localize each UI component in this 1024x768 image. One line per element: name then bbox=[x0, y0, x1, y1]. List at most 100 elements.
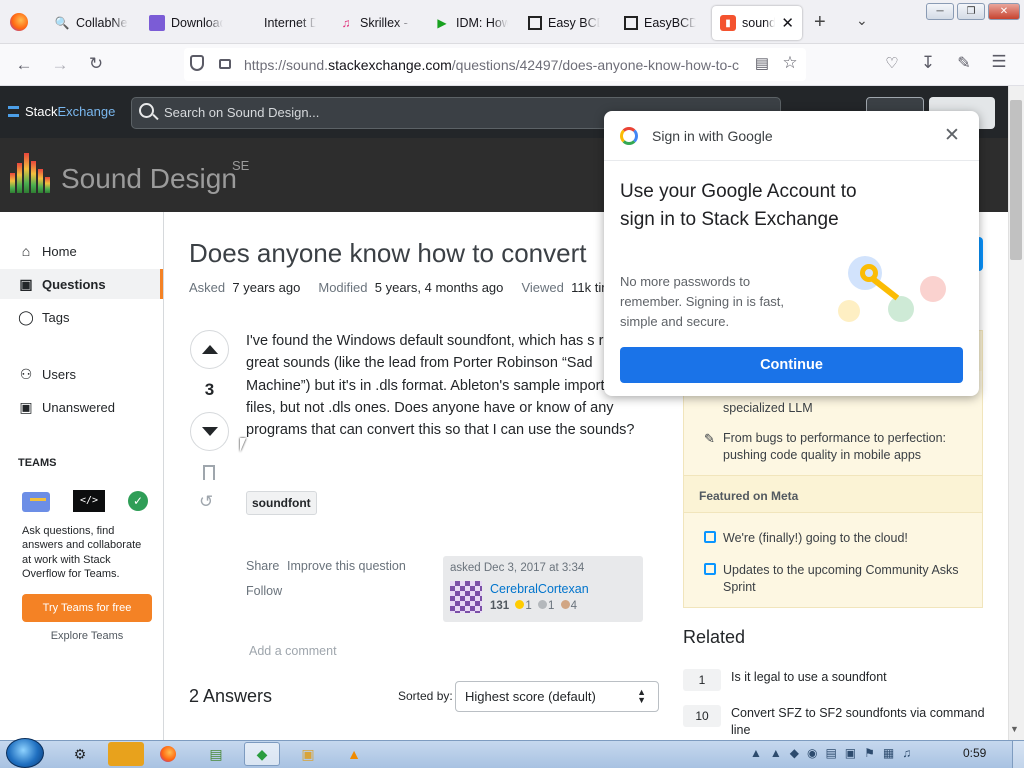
pocket-icon[interactable]: ♡ bbox=[880, 54, 904, 72]
forward-arrow-icon[interactable]: → bbox=[48, 55, 72, 75]
popup-description: No more passwords to remember. Signing i… bbox=[620, 274, 785, 329]
nav-item-tags[interactable]: ◯ Tags bbox=[0, 302, 163, 332]
download-icon[interactable]: ↧ bbox=[916, 53, 940, 73]
blog-item-2[interactable]: ✎ From bugs to performance to perfection… bbox=[704, 430, 974, 464]
extensions-icon[interactable]: ✎ bbox=[952, 53, 976, 73]
bookmark-icon[interactable] bbox=[203, 465, 215, 480]
related-link-2[interactable]: Convert SFZ to SF2 soundfonts via comman… bbox=[731, 705, 991, 739]
audio-icon: ♫ bbox=[341, 16, 351, 30]
tab-collabnet[interactable]: 🔍 CollabNet bbox=[54, 6, 128, 40]
follow-link[interactable]: Follow bbox=[246, 584, 282, 598]
reader-view-icon[interactable]: ▤ bbox=[750, 54, 774, 72]
nav-item-unanswered[interactable]: ▣ Unanswered bbox=[0, 392, 163, 422]
asked-date: asked Dec 3, 2017 at 3:34 bbox=[450, 562, 585, 574]
taskbar-app-icon[interactable] bbox=[108, 742, 144, 766]
silver-badge-icon bbox=[538, 600, 547, 609]
sort-select[interactable]: Highest score (default) ▲ ▼ bbox=[455, 681, 659, 712]
reload-icon[interactable]: ↻ bbox=[84, 54, 108, 74]
tag-soundfont[interactable]: soundfont bbox=[246, 491, 317, 515]
teams-heading: TEAMS bbox=[18, 457, 57, 469]
try-teams-button[interactable]: Try Teams for free bbox=[22, 594, 152, 622]
nav-item-home[interactable]: ⌂ Home bbox=[0, 236, 163, 266]
firefox-menu-icon[interactable] bbox=[10, 13, 28, 31]
explore-teams-link[interactable]: Explore Teams bbox=[22, 630, 152, 642]
tab-internet[interactable]: Internet D bbox=[264, 6, 316, 40]
bookmark-star-icon[interactable]: ☆ bbox=[778, 53, 802, 73]
meta-post-icon bbox=[704, 531, 716, 543]
tab-easybcd[interactable]: EasyBCD bbox=[624, 6, 696, 40]
related-link-1[interactable]: Is it legal to use a soundfont bbox=[731, 669, 991, 686]
taskbar-folder-icon[interactable]: ▣ bbox=[290, 742, 326, 766]
share-link[interactable]: Share bbox=[246, 559, 279, 573]
tab-easy-bcd[interactable]: Easy BCD bbox=[528, 6, 600, 40]
upvote-button[interactable] bbox=[190, 330, 229, 369]
scrollbar-thumb[interactable] bbox=[1010, 100, 1022, 260]
taskbar-firefox-icon[interactable] bbox=[150, 742, 186, 766]
question-body: I've found the Windows default soundfont… bbox=[246, 333, 635, 439]
search-placeholder: Search on Sound Design... bbox=[164, 105, 320, 120]
add-comment-link[interactable]: Add a comment bbox=[249, 644, 337, 658]
tray-clock[interactable]: 0:59 bbox=[963, 746, 986, 760]
stackexchange-logo[interactable]: StackExchange bbox=[8, 104, 115, 119]
back-arrow-icon[interactable]: ← bbox=[12, 55, 36, 75]
site-name[interactable]: Sound Design bbox=[61, 163, 237, 195]
close-tab-icon[interactable]: ✕ bbox=[781, 14, 794, 32]
sorted-by-label: Sorted by: bbox=[398, 689, 453, 703]
unanswered-icon: ▣ bbox=[19, 398, 33, 415]
meta-heading: Featured on Meta bbox=[699, 489, 799, 503]
question-meta: Asked 7 years ago Modified 5 years, 4 mo… bbox=[189, 280, 613, 295]
gold-badge-icon bbox=[515, 600, 525, 609]
stackexchange-icon: ▮ bbox=[720, 15, 736, 31]
user-avatar[interactable] bbox=[450, 581, 482, 613]
tab-sound-active[interactable]: ▮ sound ✕ bbox=[712, 6, 802, 40]
taskbar-app-icon[interactable]: ⚙ bbox=[62, 742, 98, 766]
sound-design-logo-icon[interactable] bbox=[10, 153, 52, 193]
show-desktop-button[interactable] bbox=[1012, 741, 1024, 768]
tracking-shield-icon[interactable] bbox=[190, 55, 204, 71]
popup-header-divider bbox=[604, 160, 979, 161]
taskbar-active-app-icon[interactable]: ◆ bbox=[244, 742, 280, 766]
tag-icon: ◯ bbox=[18, 308, 34, 325]
scroll-down-arrow-icon[interactable]: ▼ bbox=[1010, 724, 1019, 734]
history-icon[interactable]: ↺ bbox=[199, 492, 213, 512]
new-tab-icon[interactable]: + bbox=[814, 11, 826, 34]
chevron-down-icon[interactable]: ⌄ bbox=[856, 12, 868, 29]
pencil-icon: ✎ bbox=[704, 431, 715, 446]
meta-item-2[interactable]: Updates to the upcoming Community Asks S… bbox=[704, 562, 974, 596]
user-reputation: 131 1 1 4 bbox=[490, 600, 578, 612]
related-votes-2: 10 bbox=[683, 705, 721, 727]
taskbar-notepad-icon[interactable]: ▤ bbox=[198, 742, 234, 766]
meta-item-1[interactable]: We're (finally!) going to the cloud! bbox=[704, 530, 974, 547]
blog-item-1[interactable]: specialized LLM bbox=[704, 400, 974, 417]
taskbar-vlc-icon[interactable]: ▲ bbox=[336, 742, 372, 766]
url-text[interactable]: https://sound.stackexchange.com/question… bbox=[244, 57, 739, 73]
google-logo-icon bbox=[620, 127, 638, 145]
stackexchange-icon bbox=[8, 106, 19, 117]
nav-item-questions[interactable]: ▣ Questions bbox=[0, 269, 163, 299]
site-suffix: SE bbox=[232, 158, 250, 173]
start-button[interactable] bbox=[6, 738, 44, 768]
tab-skrillex[interactable]: ♫Skrillex - S bbox=[338, 6, 413, 40]
close-window-button[interactable]: ✕ bbox=[988, 3, 1020, 20]
downvote-button[interactable] bbox=[190, 412, 229, 451]
improve-question-link[interactable]: Improve this question bbox=[287, 559, 406, 573]
minimize-button[interactable]: ─ bbox=[926, 3, 954, 20]
related-votes-1: 1 bbox=[683, 669, 721, 691]
close-icon[interactable]: ✕ bbox=[944, 124, 960, 147]
user-name-link[interactable]: CerebralCortexan bbox=[490, 582, 589, 596]
tray-icons[interactable]: ▲▲◆◉▤▣⚑▦♫ bbox=[750, 746, 919, 760]
nav-item-users[interactable]: ⚇ Users bbox=[0, 359, 163, 389]
maximize-button[interactable]: ❐ bbox=[957, 3, 985, 20]
tab-idm[interactable]: ▶ IDM: How bbox=[434, 6, 508, 40]
continue-button[interactable]: Continue bbox=[620, 347, 963, 383]
question-title[interactable]: Does anyone know how to convert bbox=[189, 238, 586, 269]
search-icon bbox=[139, 103, 154, 118]
vote-count: 3 bbox=[204, 380, 215, 399]
users-icon: ⚇ bbox=[19, 365, 33, 382]
hamburger-menu-icon[interactable]: ☰ bbox=[987, 52, 1011, 72]
bronze-badge-icon bbox=[560, 600, 570, 609]
lock-icon[interactable] bbox=[219, 59, 231, 69]
tab-downloads[interactable]: Downloads bbox=[149, 6, 223, 40]
sort-arrows-icon: ▲ ▼ bbox=[637, 687, 646, 705]
upvote-triangle-icon bbox=[201, 345, 218, 354]
